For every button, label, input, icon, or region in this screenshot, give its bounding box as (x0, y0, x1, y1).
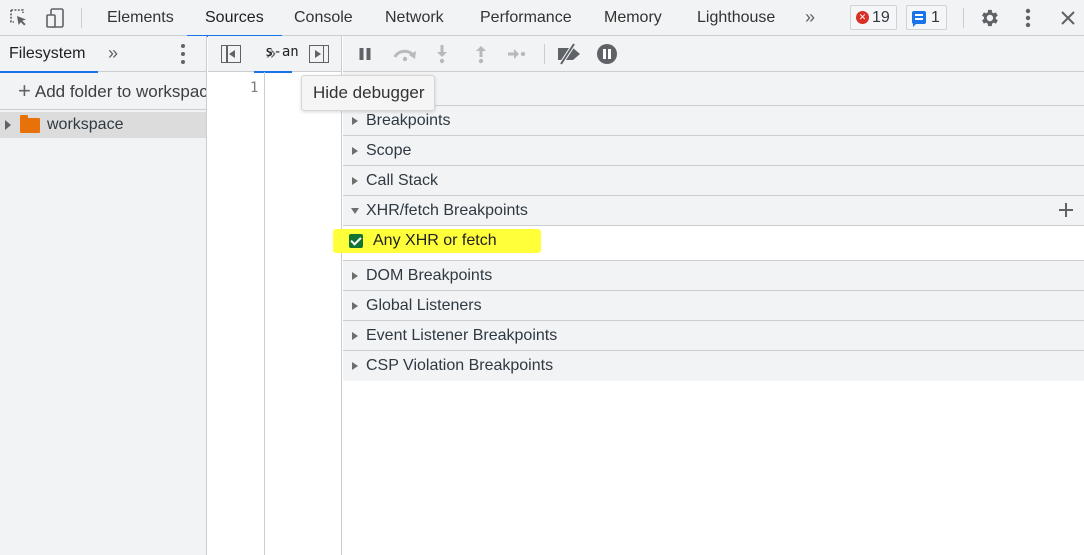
add-folder-label: Add folder to workspace (34, 82, 206, 101)
device-toolbar-icon[interactable] (43, 6, 67, 30)
section-title: Breakpoints (366, 111, 451, 129)
section-breakpoints[interactable]: Breakpoints (343, 106, 1084, 136)
errors-count: 19 (872, 8, 890, 26)
plus-icon: + (18, 78, 31, 103)
section-scope[interactable]: Scope (343, 136, 1084, 166)
collapsed-triangle-icon (352, 176, 358, 185)
close-devtools-icon[interactable] (1056, 6, 1080, 30)
section-title: Event Listener Breakpoints (366, 326, 558, 344)
editor-panel: » 1 s-an (208, 36, 342, 555)
section-event-listener-breakpoints[interactable]: Event Listener Breakpoints (343, 321, 1084, 351)
section-dom-breakpoints[interactable]: DOM Breakpoints (343, 261, 1084, 291)
pause-on-exceptions-icon[interactable] (596, 44, 618, 64)
xhr-breakpoint-row: Any XHR or fetch (333, 226, 1084, 261)
deactivate-breakpoints-icon[interactable] (555, 43, 583, 65)
hide-debugger-tooltip: Hide debugger (301, 75, 435, 111)
inspect-element-icon[interactable] (7, 6, 31, 30)
section-title: Call Stack (366, 171, 439, 189)
settings-gear-icon[interactable] (977, 6, 1001, 30)
step-over-icon[interactable] (391, 44, 419, 64)
add-xhr-breakpoint-plus-icon[interactable] (1058, 202, 1074, 218)
messages-count: 1 (931, 8, 940, 26)
any-xhr-checkbox[interactable] (349, 234, 363, 248)
any-xhr-label[interactable]: Any XHR or fetch (373, 232, 497, 250)
toggle-debugger-icon[interactable] (309, 45, 329, 63)
tab-sources[interactable]: Sources (187, 0, 282, 37)
folder-icon (20, 114, 40, 133)
navigator-menu-kebab-icon[interactable] (176, 43, 190, 65)
section-title: XHR/fetch Breakpoints (366, 201, 528, 219)
section-csp-violation-breakpoints[interactable]: CSP Violation Breakpoints (343, 351, 1084, 381)
tab-filesystem[interactable]: Filesystem (0, 36, 98, 73)
expand-triangle-icon[interactable] (5, 120, 11, 130)
toolbar-divider (544, 44, 545, 64)
debugger-sidebar: Watch Breakpoints Scope Call Stack XHR/f… (333, 36, 1084, 555)
tab-network[interactable]: Network (383, 0, 446, 36)
tree-item-label: workspace (47, 116, 124, 133)
more-tabs-chevron-icon[interactable]: » (805, 0, 815, 36)
section-title: DOM Breakpoints (366, 266, 493, 284)
section-call-stack[interactable]: Call Stack (343, 166, 1084, 196)
collapsed-triangle-icon (352, 362, 358, 370)
section-xhr-fetch-breakpoints[interactable]: XHR/fetch Breakpoints (343, 196, 1084, 226)
toggle-navigator-icon[interactable] (221, 45, 241, 63)
tab-console[interactable]: Console (292, 0, 355, 36)
toolbar-divider (963, 8, 964, 28)
devtools-tab-bar: Elements Sources Console Network Perform… (0, 0, 1084, 37)
messages-counter[interactable]: 1 (906, 5, 947, 30)
toolbar-divider (81, 8, 82, 28)
collapsed-triangle-icon (352, 146, 358, 155)
errors-counter[interactable]: ✕ 19 (850, 5, 897, 30)
section-global-listeners[interactable]: Global Listeners (343, 291, 1084, 321)
add-folder-to-workspace-button[interactable]: + Add folder to workspace (0, 72, 206, 110)
section-title: Global Listeners (366, 296, 482, 314)
pause-icon[interactable] (354, 44, 376, 64)
message-icon (912, 11, 926, 27)
navigator-more-tabs-icon[interactable]: » (108, 36, 118, 72)
tab-memory[interactable]: Memory (602, 0, 664, 36)
line-number-gutter: 1 (208, 72, 265, 555)
step-into-icon[interactable] (431, 44, 453, 64)
tree-item-workspace[interactable]: workspace (0, 112, 206, 138)
step-out-icon[interactable] (470, 44, 492, 64)
code-line[interactable]: s-an (265, 44, 299, 60)
tab-performance[interactable]: Performance (478, 0, 574, 36)
collapsed-triangle-icon (352, 301, 358, 310)
tab-elements[interactable]: Elements (105, 0, 176, 36)
section-title: CSP Violation Breakpoints (366, 357, 554, 374)
navigator-header: Filesystem » (0, 36, 206, 73)
collapsed-triangle-icon (352, 331, 358, 340)
more-options-kebab-icon[interactable] (1016, 6, 1040, 30)
line-number: 1 (250, 80, 259, 96)
navigator-panel: Filesystem » + Add folder to workspace wo… (0, 36, 207, 555)
section-watch[interactable]: Watch (343, 72, 1084, 106)
collapsed-triangle-icon (352, 116, 358, 125)
debugger-toolbar (343, 36, 1084, 72)
collapsed-triangle-icon (352, 271, 358, 280)
step-icon[interactable] (506, 44, 528, 64)
section-title: Scope (366, 141, 412, 159)
expanded-triangle-icon (351, 207, 359, 214)
tab-lighthouse[interactable]: Lighthouse (695, 0, 777, 36)
error-icon: ✕ (856, 11, 869, 24)
